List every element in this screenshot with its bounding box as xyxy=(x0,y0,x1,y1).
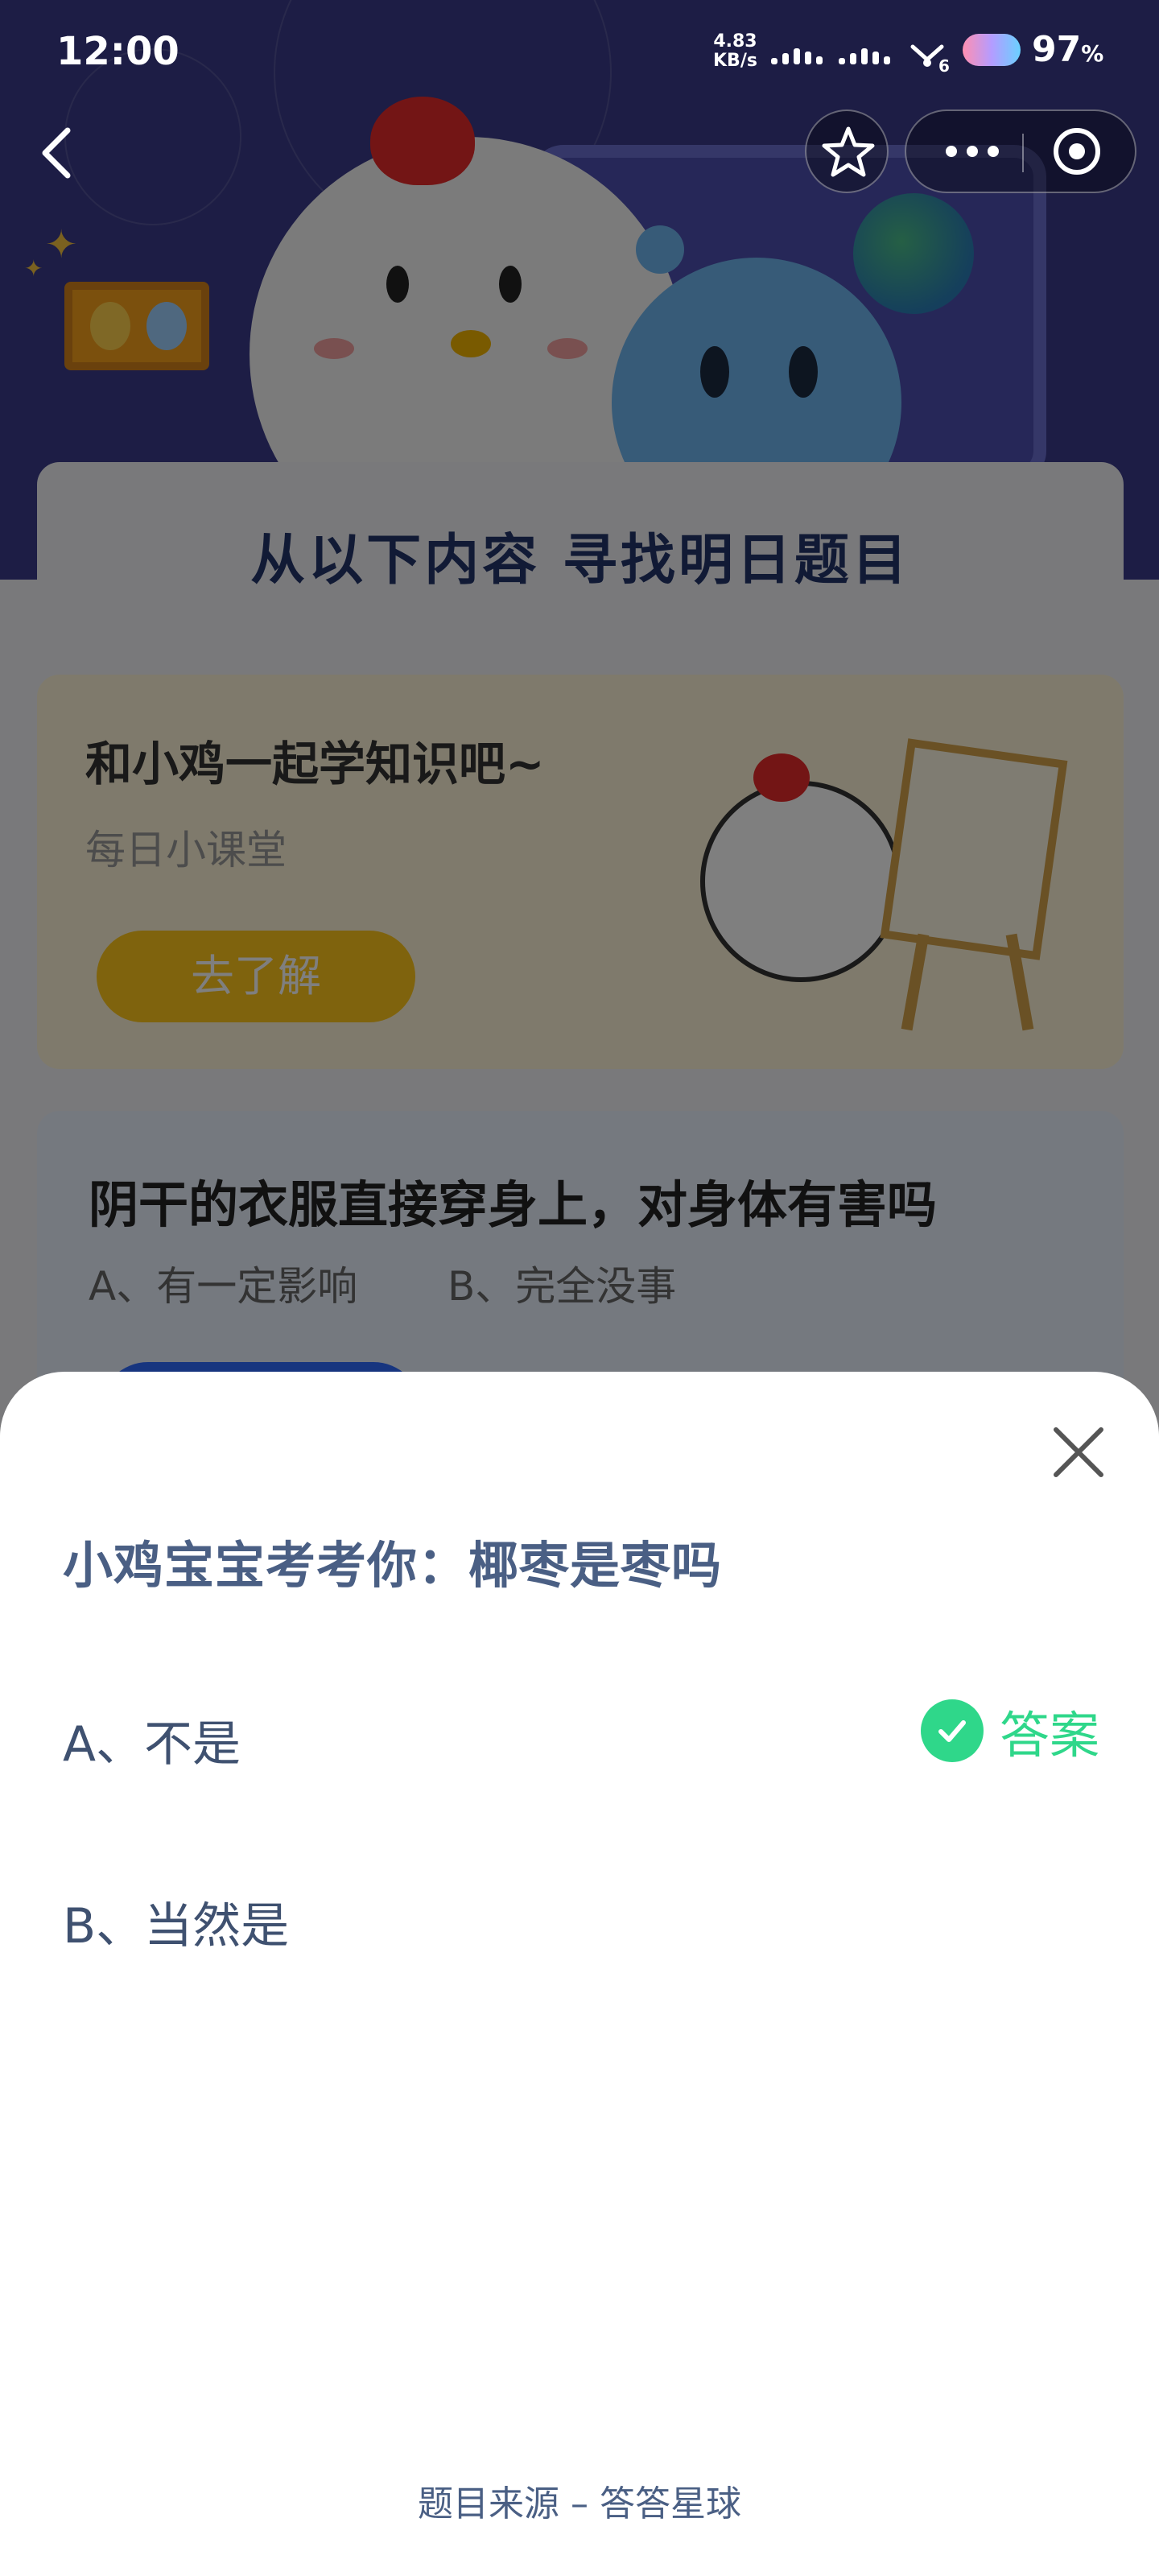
check-icon xyxy=(920,1699,984,1762)
network-speed-unit: KB/s xyxy=(713,51,757,71)
back-icon xyxy=(42,127,71,179)
capsule-divider xyxy=(1022,134,1024,172)
favorite-button[interactable] xyxy=(805,109,889,193)
battery-unit: % xyxy=(1081,40,1104,67)
quiz-option-label: A、不是 xyxy=(63,1716,241,1773)
battery-value: 97 xyxy=(1032,29,1082,70)
network-speed-value: 4.83 xyxy=(713,31,757,52)
close-icon xyxy=(1054,1427,1103,1477)
question-source: 题目来源 – 答答星球 xyxy=(418,2483,741,2524)
quiz-option-b[interactable]: B、当然是 xyxy=(0,1848,1159,1977)
status-bar: 12:00 4.83 KB/s 6 97% xyxy=(0,0,1159,105)
battery-icon xyxy=(963,34,1021,66)
network-speed: 4.83 KB/s xyxy=(713,32,757,71)
signal-icon xyxy=(839,48,890,64)
status-time: 12:00 xyxy=(56,29,179,74)
star-icon xyxy=(822,126,875,177)
quiz-bottom-sheet: 小鸡宝宝考考你：椰枣是枣吗 A、不是 答案 B、当然是 题目来源 – 答答星球 xyxy=(0,1372,1159,2576)
quiz-question: 小鸡宝宝考考你：椰枣是枣吗 xyxy=(63,1536,723,1595)
signal-icon xyxy=(771,48,823,64)
quiz-option-a[interactable]: A、不是 答案 xyxy=(0,1666,1159,1795)
quiz-option-label: B、当然是 xyxy=(63,1898,290,1955)
mini-program-capsule xyxy=(905,109,1136,193)
battery-level: 97% xyxy=(1032,29,1103,70)
back-button[interactable] xyxy=(32,121,89,185)
close-button[interactable] xyxy=(1046,1420,1111,1484)
answer-indicator: 答案 xyxy=(920,1699,1099,1765)
more-button[interactable] xyxy=(922,111,1019,192)
answer-label: 答案 xyxy=(999,1706,1099,1765)
target-icon xyxy=(1054,128,1100,175)
exit-button[interactable] xyxy=(1029,111,1125,192)
wifi-label: 6 xyxy=(938,56,950,76)
more-icon xyxy=(946,146,999,157)
